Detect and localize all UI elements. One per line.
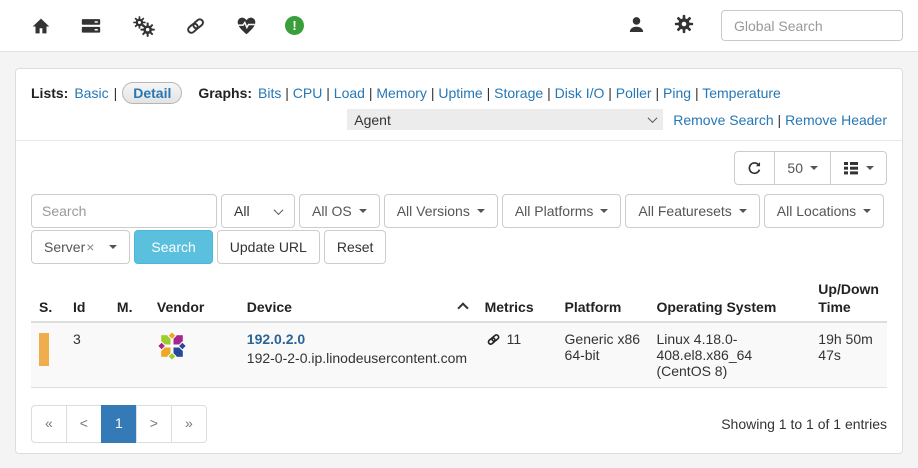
os-filter-dropdown[interactable]: All OS: [299, 194, 380, 228]
caret-down-icon: [600, 209, 608, 213]
page-last-button[interactable]: »: [171, 405, 207, 443]
top-navbar: !: [0, 0, 918, 52]
settings-gear-icon[interactable]: [673, 13, 695, 38]
page-first-button[interactable]: «: [31, 405, 67, 443]
col-header-status[interactable]: S.: [31, 276, 65, 322]
col-header-platform[interactable]: Platform: [557, 276, 649, 322]
locations-filter-dropdown[interactable]: All Locations: [764, 194, 884, 228]
col-header-device[interactable]: Device: [239, 276, 477, 322]
col-header-os[interactable]: Operating System: [648, 276, 810, 322]
heartbeat-icon[interactable]: [235, 15, 258, 37]
graph-type-select[interactable]: Agent: [347, 109, 663, 130]
col-header-id[interactable]: Id: [65, 276, 109, 322]
graph-type-select-value: Agent: [354, 112, 391, 128]
page-next-button[interactable]: >: [136, 405, 172, 443]
refresh-icon: [747, 161, 762, 176]
cogs-icon[interactable]: [130, 14, 156, 38]
alert-status-badge[interactable]: !: [285, 16, 304, 35]
graphs-label: Graphs:: [198, 82, 252, 104]
sort-ascending-icon: [457, 302, 468, 313]
id-cell: 3: [65, 322, 109, 388]
featuresets-filter-dropdown[interactable]: All Featuresets: [625, 194, 759, 228]
status-cell: [31, 322, 65, 388]
metrics-cell: 11: [477, 322, 557, 388]
caret-down-icon: [359, 209, 367, 213]
device-link[interactable]: 192.0.2.0: [247, 331, 469, 347]
group-select[interactable]: All: [221, 194, 295, 228]
graph-link-ping[interactable]: Ping: [655, 85, 691, 101]
graph-link-poller[interactable]: Poller: [608, 85, 651, 101]
device-type-tag: Server: [44, 239, 85, 255]
servers-icon[interactable]: [79, 15, 103, 37]
device-search-input[interactable]: [31, 194, 217, 228]
col-header-updown-time[interactable]: Up/Down Time: [810, 276, 887, 322]
vendor-cell: [149, 322, 239, 388]
graph-link-diskio[interactable]: Disk I/O: [547, 85, 604, 101]
remove-header-link[interactable]: Remove Header: [778, 112, 887, 128]
remove-search-link[interactable]: Remove Search: [673, 112, 773, 128]
page-prev-button[interactable]: <: [66, 405, 102, 443]
col-header-maintenance[interactable]: M.: [109, 276, 149, 322]
graph-link-temperature[interactable]: Temperature: [695, 85, 781, 101]
list-mode-basic-link[interactable]: Basic: [74, 82, 108, 104]
list-view-icon: [843, 161, 859, 175]
caret-down-icon: [863, 209, 871, 213]
graph-link-bits[interactable]: Bits: [258, 85, 281, 101]
lists-label: Lists:: [31, 82, 68, 104]
panel-heading: Lists: Basic | Detail Graphs: Bits CPU L…: [16, 69, 902, 141]
col-header-metrics[interactable]: Metrics: [477, 276, 557, 322]
group-select-value: All: [234, 203, 250, 219]
centos-logo-icon: [157, 331, 187, 361]
page-1-button[interactable]: 1: [101, 405, 137, 443]
graph-link-uptime[interactable]: Uptime: [431, 85, 483, 101]
entries-summary: Showing 1 to 1 of 1 entries: [721, 416, 887, 432]
devices-table: S. Id M. Vendor Device Metrics Platform …: [31, 276, 887, 388]
graph-link-storage[interactable]: Storage: [487, 85, 544, 101]
list-mode-detail-active[interactable]: Detail: [122, 82, 182, 104]
page-size-value: 50: [787, 160, 803, 176]
global-search-input[interactable]: [721, 10, 903, 41]
graph-link-memory[interactable]: Memory: [369, 85, 427, 101]
platform-cell: Generic x86 64-bit: [557, 322, 649, 388]
os-cell: Linux 4.18.0-408.el8.x86_64 (CentOS 8): [648, 322, 810, 388]
platforms-filter-dropdown[interactable]: All Platforms: [502, 194, 622, 228]
refresh-button[interactable]: [734, 151, 775, 185]
update-url-button[interactable]: Update URL: [217, 230, 320, 264]
col-header-vendor[interactable]: Vendor: [149, 276, 239, 322]
device-hostname: 192-0-2-0.ip.linodeusercontent.com: [247, 350, 469, 366]
caret-down-icon: [109, 245, 117, 249]
home-icon[interactable]: [30, 15, 52, 37]
view-mode-dropdown[interactable]: [830, 151, 887, 185]
caret-down-icon: [810, 166, 818, 170]
chevron-down-icon: [648, 113, 658, 123]
table-row: 3: [31, 322, 887, 388]
user-icon[interactable]: [626, 14, 647, 38]
reset-button[interactable]: Reset: [324, 230, 387, 264]
device-cell: 192.0.2.0 192-0-2-0.ip.linodeusercontent…: [239, 322, 477, 388]
remove-tag-icon[interactable]: ×: [86, 239, 94, 255]
maintenance-cell: [109, 322, 149, 388]
versions-filter-dropdown[interactable]: All Versions: [384, 194, 498, 228]
metrics-count[interactable]: 11: [507, 331, 522, 347]
device-type-multiselect[interactable]: Server×: [31, 230, 130, 264]
chevron-down-icon: [274, 205, 284, 215]
separator: |: [114, 82, 118, 104]
pagination: « < 1 > »: [31, 405, 207, 443]
status-warning-bar: [39, 333, 49, 366]
page-size-dropdown[interactable]: 50: [774, 151, 831, 185]
search-button[interactable]: Search: [134, 230, 212, 264]
graph-link-cpu[interactable]: CPU: [285, 85, 322, 101]
chain-icon[interactable]: [183, 15, 208, 37]
caret-down-icon: [739, 209, 747, 213]
graph-link-load[interactable]: Load: [326, 85, 365, 101]
caret-down-icon: [477, 209, 485, 213]
ports-link-icon[interactable]: [485, 332, 502, 347]
updown-time-cell: 19h 50m 47s: [810, 322, 887, 388]
caret-down-icon: [866, 166, 874, 170]
devices-panel: Lists: Basic | Detail Graphs: Bits CPU L…: [15, 68, 903, 454]
